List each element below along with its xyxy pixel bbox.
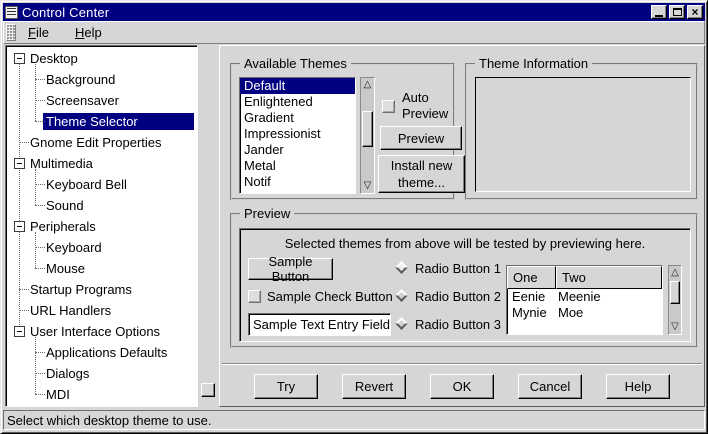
- paned-handle[interactable]: [201, 383, 215, 397]
- maximize-icon: [673, 8, 682, 16]
- scroll-up-icon[interactable]: △: [669, 266, 681, 280]
- status-text: Select which desktop theme to use.: [7, 413, 212, 428]
- theme-list-item[interactable]: Gradient: [240, 110, 355, 126]
- try-button[interactable]: Try: [254, 374, 318, 399]
- table-cell: Mynie: [507, 305, 556, 321]
- theme-list: Default Enlightened Gradient Impressioni…: [239, 77, 356, 194]
- menubar: File Help: [3, 21, 705, 44]
- install-new-theme-button[interactable]: Install new theme...: [378, 155, 465, 193]
- frame-title: Available Themes: [240, 56, 351, 71]
- theme-list-item[interactable]: Jander: [240, 142, 355, 158]
- radio-button-2-label: Radio Button 2: [415, 289, 501, 304]
- cancel-button[interactable]: Cancel: [518, 374, 582, 399]
- radio-button-3-label: Radio Button 3: [415, 317, 501, 332]
- table-cell: Moe: [556, 305, 662, 321]
- table-row[interactable]: Eenie Meenie: [507, 289, 662, 305]
- scroll-down-icon[interactable]: ▽: [669, 320, 681, 334]
- theme-list-item[interactable]: Impressionist: [240, 126, 355, 142]
- sidebar-item-gnome-edit-properties[interactable]: Gnome Edit Properties: [6, 132, 197, 153]
- window-controls: ×: [651, 5, 703, 19]
- theme-list-scrollbar[interactable]: △ ▽: [360, 77, 375, 194]
- sidebar-item-screensaver[interactable]: Screensaver: [6, 90, 197, 111]
- sample-check-label: Sample Check Button: [267, 289, 393, 304]
- menubar-grip[interactable]: [6, 24, 16, 41]
- available-themes-frame: Available Themes Default Enlightened Gra…: [230, 63, 455, 200]
- sidebar-item-keyboard[interactable]: Keyboard: [6, 237, 197, 258]
- minimize-icon: [655, 15, 663, 17]
- theme-selector-panel: Available Themes Default Enlightened Gra…: [219, 45, 705, 407]
- column-header-two[interactable]: Two: [556, 266, 662, 289]
- sidebar-item-startup-programs[interactable]: Startup Programs: [6, 279, 197, 300]
- radio-button-1-label: Radio Button 1: [415, 261, 501, 276]
- window-menu-icon[interactable]: [5, 6, 18, 19]
- close-button[interactable]: ×: [687, 5, 703, 19]
- radio-button-2-icon[interactable]: [395, 289, 408, 302]
- scrollbar-thumb[interactable]: [362, 111, 373, 147]
- sample-check-button[interactable]: [248, 290, 261, 303]
- theme-list-item[interactable]: Notif: [240, 174, 355, 190]
- revert-button[interactable]: Revert: [342, 374, 406, 399]
- window-title: Control Center: [22, 5, 651, 20]
- tree-collapse-icon[interactable]: [14, 53, 25, 64]
- sample-table: One Two Eenie Meenie Mynie Moe: [506, 265, 663, 335]
- menu-file[interactable]: File: [22, 23, 55, 42]
- sidebar-item-sound[interactable]: Sound: [6, 195, 197, 216]
- sample-text-entry[interactable]: [248, 313, 391, 336]
- preview-box: Selected themes from above will be teste…: [239, 228, 691, 342]
- auto-preview-label: Auto Preview: [402, 90, 464, 122]
- table-header-row: One Two: [507, 266, 662, 289]
- frame-title: Theme Information: [475, 56, 592, 71]
- sidebar-item-applications-defaults[interactable]: Applications Defaults: [6, 342, 197, 363]
- maximize-button[interactable]: [669, 5, 685, 19]
- theme-information-frame: Theme Information: [465, 63, 698, 200]
- sidebar-item-keyboard-bell[interactable]: Keyboard Bell: [6, 174, 197, 195]
- sidebar-item-multimedia[interactable]: Multimedia: [6, 153, 197, 174]
- theme-information-box: [475, 77, 691, 192]
- control-center-window: Control Center × File Help Desktop Backg…: [0, 0, 708, 434]
- minimize-button[interactable]: [651, 5, 667, 19]
- sidebar-item-dialogs[interactable]: Dialogs: [6, 363, 197, 384]
- scroll-up-icon[interactable]: △: [361, 78, 374, 92]
- sidebar-item-user-interface-options[interactable]: User Interface Options: [6, 321, 197, 342]
- action-button-row: Try Revert OK Cancel Help: [220, 374, 704, 399]
- theme-list-item[interactable]: Default: [240, 78, 355, 94]
- sidebar-item-peripherals[interactable]: Peripherals: [6, 216, 197, 237]
- sidebar-item-mdi[interactable]: MDI: [6, 384, 197, 405]
- sidebar-item-mouse[interactable]: Mouse: [6, 258, 197, 279]
- scrollbar-thumb[interactable]: [670, 281, 680, 304]
- statusbar: Select which desktop theme to use.: [3, 410, 705, 430]
- sidebar-item-theme-selector[interactable]: Theme Selector: [6, 111, 197, 132]
- menu-help[interactable]: Help: [69, 23, 108, 42]
- auto-preview-checkbox[interactable]: [382, 100, 395, 113]
- radio-button-3-icon[interactable]: [395, 317, 408, 330]
- sidebar-item-desktop[interactable]: Desktop: [6, 48, 197, 69]
- category-tree: Desktop Background Screensaver Theme Sel…: [5, 45, 198, 407]
- sidebar-item-background[interactable]: Background: [6, 69, 197, 90]
- close-icon: ×: [691, 7, 698, 17]
- tree-collapse-icon[interactable]: [14, 158, 25, 169]
- sample-table-scrollbar[interactable]: △ ▽: [668, 265, 682, 335]
- theme-list-item[interactable]: Enlightened: [240, 94, 355, 110]
- sidebar-item-url-handlers[interactable]: URL Handlers: [6, 300, 197, 321]
- separator: [222, 363, 702, 365]
- titlebar: Control Center ×: [3, 3, 705, 21]
- preview-caption: Selected themes from above will be teste…: [240, 236, 690, 251]
- tree-collapse-icon[interactable]: [14, 326, 25, 337]
- preview-button[interactable]: Preview: [380, 126, 462, 150]
- table-row[interactable]: Mynie Moe: [507, 305, 662, 321]
- radio-button-1-icon[interactable]: [395, 261, 408, 274]
- sample-button[interactable]: Sample Button: [248, 258, 333, 280]
- ok-button[interactable]: OK: [430, 374, 494, 399]
- theme-list-item[interactable]: Metal: [240, 158, 355, 174]
- paned-splitter[interactable]: [198, 45, 219, 407]
- column-header-one[interactable]: One: [507, 266, 556, 289]
- preview-frame: Preview Selected themes from above will …: [230, 213, 698, 348]
- tree-collapse-icon[interactable]: [14, 221, 25, 232]
- frame-title: Preview: [240, 206, 294, 221]
- help-button[interactable]: Help: [606, 374, 670, 399]
- table-cell: Eenie: [507, 289, 556, 305]
- scroll-down-icon[interactable]: ▽: [361, 179, 374, 193]
- table-cell: Meenie: [556, 289, 662, 305]
